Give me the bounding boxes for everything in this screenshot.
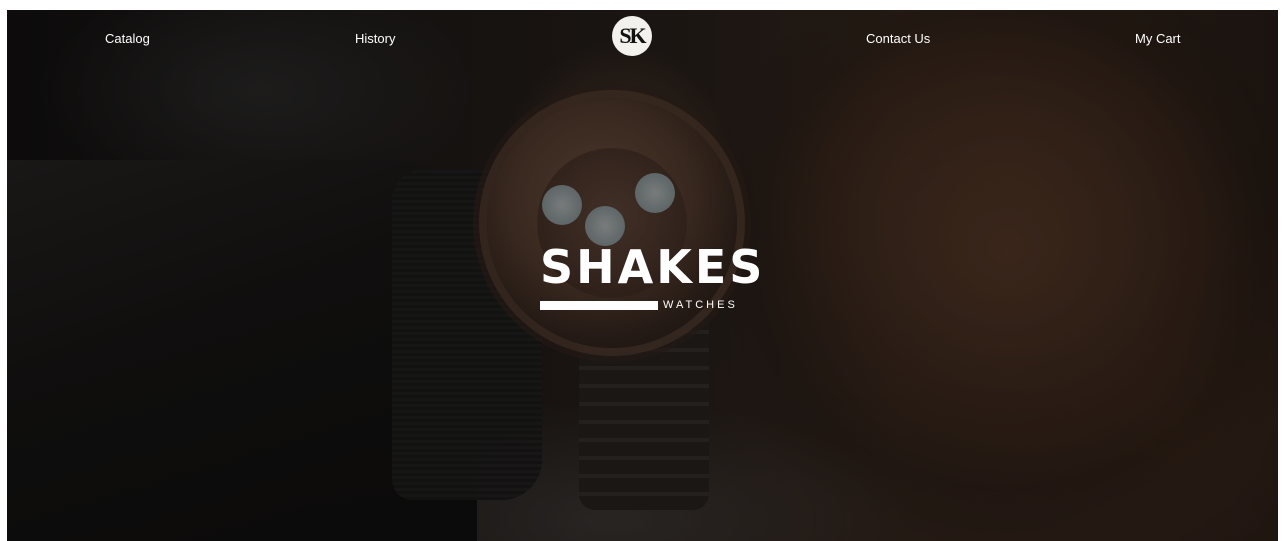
- hero-subtitle: WATCHES: [663, 299, 738, 311]
- hero-title: SHAKES: [540, 240, 766, 294]
- hero-title-bar: [540, 301, 658, 310]
- nav-contact-link[interactable]: Contact Us: [866, 31, 930, 47]
- logo-monogram: SK: [619, 23, 646, 48]
- page: Catalog History SK Contact Us My Cart SH…: [0, 0, 1285, 541]
- sk-logo[interactable]: SK: [612, 16, 652, 56]
- nav-history-link[interactable]: History: [355, 31, 395, 47]
- nav-cart-link[interactable]: My Cart: [1135, 31, 1181, 47]
- nav-catalog-link[interactable]: Catalog: [105, 31, 150, 47]
